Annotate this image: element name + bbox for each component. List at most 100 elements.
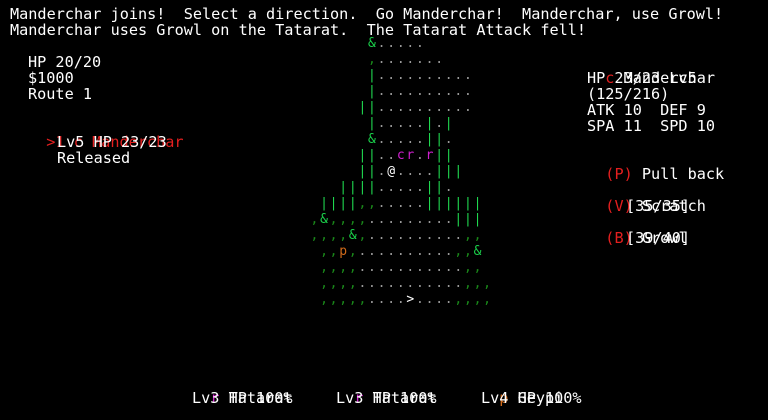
floor-tile: . [377, 292, 386, 307]
floor-tile: . [358, 260, 367, 275]
grass-tile: , [348, 292, 357, 307]
floor-tile: . [416, 132, 424, 147]
floor-tile: . [406, 52, 415, 67]
floor-tile: . [406, 68, 415, 83]
map-cell [444, 52, 454, 68]
map-cell [319, 68, 329, 84]
floor-tile: . [406, 116, 415, 131]
map-cell [310, 100, 320, 116]
map-cell [338, 116, 348, 132]
tall-grass-tile: | [435, 132, 444, 147]
tall-grass-tile: | [358, 164, 367, 179]
map-cell [482, 52, 492, 68]
grass-tile: , [473, 228, 482, 243]
active-exp: (125/216) [587, 85, 670, 103]
floor-tile: . [387, 148, 396, 163]
grass-tile: , [463, 244, 472, 259]
monster-glyph: c [396, 148, 405, 163]
map-cell [454, 36, 464, 52]
map-cell [338, 68, 348, 84]
floor-tile: . [444, 212, 453, 227]
tall-grass-tile: | [435, 196, 444, 211]
party-level-hp: Lv5 HP 23/23 [57, 133, 167, 151]
floor-tile: . [444, 84, 453, 99]
map-cell [319, 148, 329, 164]
map-cell [319, 132, 329, 148]
map-cell [300, 212, 310, 228]
floor-tile: . [368, 260, 376, 275]
floor-tile: . [396, 116, 405, 131]
floor-tile: . [396, 260, 405, 275]
tall-grass-tile: | [425, 196, 434, 211]
enemy-3-info: Lv4 HP 100% [481, 389, 582, 407]
floor-tile: . [368, 292, 376, 307]
floor-tile: . [406, 132, 415, 147]
floor-tile: . [416, 196, 424, 211]
map-cell [310, 116, 320, 132]
map-cell [300, 148, 310, 164]
floor-tile: . [387, 244, 396, 259]
map-cell [492, 148, 502, 164]
map-row: ,,,,,.... >....,,,, [300, 292, 501, 308]
floor-tile: . [396, 228, 405, 243]
floor-tile: . [425, 100, 434, 115]
grass-tile: , [329, 260, 338, 275]
grass-tile: , [358, 196, 367, 211]
floor-tile: . [358, 276, 367, 291]
floor-tile: . [387, 260, 396, 275]
map-cell [425, 36, 435, 52]
map-cell [473, 148, 483, 164]
tall-grass-tile: | [368, 180, 376, 195]
floor-tile: . [387, 84, 396, 99]
map-cell [348, 148, 358, 164]
map-cell [473, 132, 483, 148]
tall-grass-tile: | [463, 196, 472, 211]
grass-tile: , [473, 292, 482, 307]
tall-grass-tile: | [425, 132, 434, 147]
map-cell [310, 180, 320, 196]
map-cell [319, 100, 329, 116]
floor-tile: . [416, 164, 424, 179]
floor-tile: . [387, 132, 396, 147]
floor-tile: . [406, 244, 415, 259]
floor-tile: . [396, 196, 405, 211]
map-row: ,....... [300, 52, 501, 68]
player-hp: HP 20/20 [28, 53, 102, 71]
grass-tile: , [310, 228, 319, 243]
map-cell [348, 84, 358, 100]
grass-tile: , [348, 212, 357, 227]
floor-tile: . [454, 68, 463, 83]
tall-grass-tile: | [473, 196, 482, 211]
action-pull-back[interactable]: (P) Pull back [587, 150, 724, 182]
floor-tile: . [396, 212, 405, 227]
grass-tile: , [320, 260, 328, 275]
map-row: | |.. c r. r | | [300, 148, 501, 164]
map-cell [473, 84, 483, 100]
map-row: ,,,,...........,, [300, 260, 501, 276]
map-cell [310, 68, 320, 84]
grass-tile: , [463, 260, 472, 275]
map-row: | |. @.... | | | [300, 164, 501, 180]
map-cell [463, 148, 473, 164]
tall-grass-tile: | [444, 148, 453, 163]
map-cell [444, 36, 454, 52]
floor-tile: . [387, 228, 396, 243]
grass-tile: , [358, 212, 367, 227]
grass-tile: , [329, 228, 338, 243]
tall-grass-tile: | [320, 196, 328, 211]
active-spa-spd: SPA 11 SPD 10 [587, 117, 716, 135]
map-cell [492, 52, 502, 68]
map-cell [329, 100, 339, 116]
floor-tile: . [425, 276, 434, 291]
map-cell [482, 196, 492, 212]
floor-tile: . [416, 292, 424, 307]
floor-tile: . [463, 100, 472, 115]
map-cell [434, 36, 444, 52]
map-row: ,,,, &,..........,, [300, 228, 501, 244]
map-cell [482, 84, 492, 100]
floor-tile: . [377, 68, 386, 83]
grass-tile: , [358, 228, 367, 243]
map-cell [329, 132, 339, 148]
map-cell [358, 68, 368, 84]
tall-grass-tile: | [473, 212, 482, 227]
